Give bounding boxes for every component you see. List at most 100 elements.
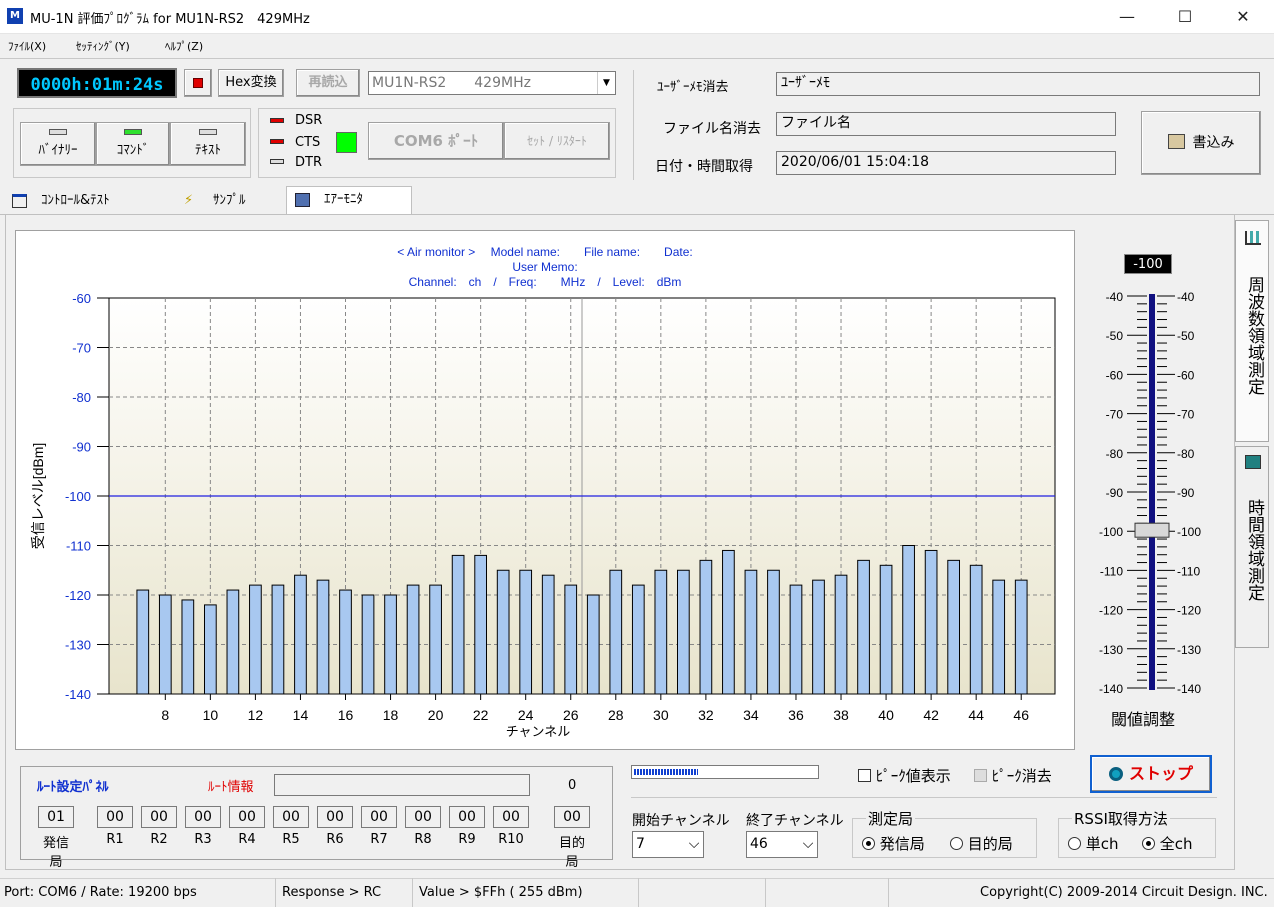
side-tab-frequency[interactable]: 周波数領域測定	[1235, 220, 1269, 442]
minimize-button[interactable]: —	[1098, 0, 1156, 34]
rssi-single-radio[interactable]: 単ch	[1068, 833, 1119, 854]
threshold-slider[interactable]: -40 -40 -50 -50 -60 -60 -70 -70 -80 -80 -90 -90 -100…	[1085, 280, 1215, 700]
stop-button[interactable]: ストップ	[1090, 755, 1212, 793]
user-memo-field[interactable]: ﾕｰｻﾞｰﾒﾓ	[776, 72, 1260, 96]
chevron-down-icon: ⌵	[802, 836, 814, 852]
end-channel-select[interactable]: 46 ⌵	[746, 831, 818, 858]
y-tick-label: -140	[65, 687, 91, 702]
start-channel-select[interactable]: 7 ⌵	[632, 831, 704, 858]
bar	[1014, 579, 1028, 695]
file-name-field[interactable]: ファイル名	[776, 112, 1116, 136]
route-src-field[interactable]: 01	[38, 806, 74, 828]
route-r10-field[interactable]: 00	[493, 806, 529, 828]
route-info-field	[274, 774, 530, 796]
vertical-divider	[633, 70, 634, 180]
peak-clear-label: ﾋﾟｰｸ消去	[991, 767, 1052, 785]
tab-air-monitor[interactable]: ｴｱｰﾓﾆﾀ	[286, 186, 412, 215]
bar	[564, 584, 578, 695]
menu-file[interactable]: ﾌｧｲﾙ(X)	[8, 38, 46, 54]
route-r6-field[interactable]: 00	[317, 806, 353, 828]
slider-scale-left: -110	[1100, 564, 1123, 578]
maximize-button[interactable]: ☐	[1156, 0, 1214, 34]
start-channel-value: 7	[636, 836, 645, 852]
reload-button[interactable]: 再読込	[296, 69, 360, 97]
date-field[interactable]: 2020/06/01 15:04:18	[776, 151, 1116, 175]
bar	[496, 569, 510, 695]
route-r5-field[interactable]: 00	[273, 806, 309, 828]
station-group-label: 測定局	[866, 808, 916, 829]
slider-scale-left: -130	[1099, 643, 1123, 657]
y-axis: -60 -70 -80 -90 -100 -110 -120 -130 -140	[65, 291, 109, 702]
route-r9-field[interactable]: 00	[449, 806, 485, 828]
tab-control-test[interactable]: ｺﾝﾄﾛｰﾙ&ﾃｽﾄ	[4, 188, 174, 214]
start-channel-label: 開始チャンネル	[632, 813, 730, 829]
menu-help[interactable]: ﾍﾙﾌﾟ(Z)	[165, 38, 203, 54]
cts-led-icon	[270, 139, 284, 144]
slider-scale-right: -100	[1177, 525, 1201, 539]
bar	[631, 584, 645, 695]
peak-show-checkbox[interactable]: ﾋﾟｰｸ値表示	[858, 765, 951, 786]
bar	[474, 554, 487, 695]
station-dst-radio[interactable]: 目的局	[950, 833, 1013, 854]
x-tick-label: 14	[293, 707, 309, 723]
route-r2-field[interactable]: 00	[141, 806, 177, 828]
route-r10-label: R10	[498, 832, 524, 847]
text-mode-button[interactable]: ﾃｷｽﾄ	[170, 122, 246, 166]
bar	[924, 549, 938, 695]
route-r3-field[interactable]: 00	[185, 806, 221, 828]
rssi-all-radio[interactable]: 全ch	[1142, 833, 1193, 854]
route-r5-label: R5	[282, 832, 300, 847]
slider-scale-left: -100	[1099, 525, 1123, 539]
x-tick-label: 40	[878, 707, 894, 723]
dtr-led-icon	[270, 159, 284, 164]
end-channel-label: 終了チャンネル	[746, 813, 844, 829]
tab-sample[interactable]: ⚡ ｻﾝﾌﾟﾙ	[176, 188, 284, 214]
side-tab-time[interactable]: 時間領域測定	[1235, 446, 1269, 648]
route-r9-label: R9	[458, 832, 476, 847]
close-button[interactable]: ✕	[1214, 0, 1272, 34]
bar	[699, 559, 713, 695]
rssi-all-label: 全ch	[1159, 835, 1193, 853]
end-channel-value: 46	[750, 836, 768, 852]
route-r7-field[interactable]: 00	[361, 806, 397, 828]
date-label[interactable]: 日付・時間取得	[655, 156, 753, 176]
device-select-value: MU1N-RS2 429MHz	[372, 75, 531, 91]
station-src-radio[interactable]: 発信局	[862, 833, 925, 854]
route-r1-field[interactable]: 00	[97, 806, 133, 828]
peak-clear-checkbox[interactable]: ﾋﾟｰｸ消去	[974, 765, 1052, 786]
chart-header-line3: Channel: ch / Freq: MHz / Level: dBm	[409, 275, 682, 289]
binary-mode-button[interactable]: ﾊﾞｲﾅﾘｰ	[20, 122, 96, 166]
hex-convert-button[interactable]: Hex変換	[218, 69, 284, 97]
reset-restart-button[interactable]: ｾｯﾄ / ﾘｽﾀｰﾄ	[504, 122, 610, 160]
route-r8-field[interactable]: 00	[405, 806, 441, 828]
radio-selected-icon	[862, 837, 875, 850]
com-port-button[interactable]: COM6 ﾎﾟｰﾄ	[368, 122, 504, 160]
radio-selected-icon	[1142, 837, 1155, 850]
user-memo-label[interactable]: ﾕｰｻﾞｰﾒﾓ消去	[657, 76, 729, 95]
status-divider	[412, 878, 413, 907]
route-dst-field[interactable]: 00	[554, 806, 590, 828]
file-name-label[interactable]: ファイル名消去	[663, 118, 761, 138]
slider-handle[interactable]	[1134, 522, 1170, 538]
write-button[interactable]: 書込み	[1141, 111, 1261, 175]
status-divider	[275, 878, 276, 907]
menu-settings[interactable]: ｾｯﾃｨﾝｸﾞ(Y)	[76, 38, 130, 54]
command-mode-button[interactable]: ｺﾏﾝﾄﾞ	[96, 122, 170, 166]
chart-header-line2: User Memo:	[512, 260, 577, 274]
slider-scale-right: -120	[1177, 604, 1201, 618]
record-button[interactable]	[184, 69, 212, 97]
slider-scale-left: -120	[1099, 604, 1123, 618]
radio-icon	[950, 837, 963, 850]
status-port: Port: COM6 / Rate: 19200 bps	[4, 885, 197, 900]
rssi-single-label: 単ch	[1085, 835, 1119, 853]
device-select[interactable]: MU1N-RS2 429MHz ▼	[368, 71, 616, 95]
route-r4-field[interactable]: 00	[229, 806, 265, 828]
station-src-label: 発信局	[879, 835, 925, 853]
chevron-down-icon: ▼	[597, 72, 615, 94]
x-tick-label: 18	[383, 707, 399, 723]
bar	[249, 584, 262, 695]
side-tab-frequency-label: 周波数領域測定	[1244, 276, 1264, 395]
chart-svg: < Air monitor > Model name: File name: D…	[30, 245, 1056, 739]
bar	[969, 564, 983, 695]
y-tick-label: -130	[65, 638, 91, 653]
